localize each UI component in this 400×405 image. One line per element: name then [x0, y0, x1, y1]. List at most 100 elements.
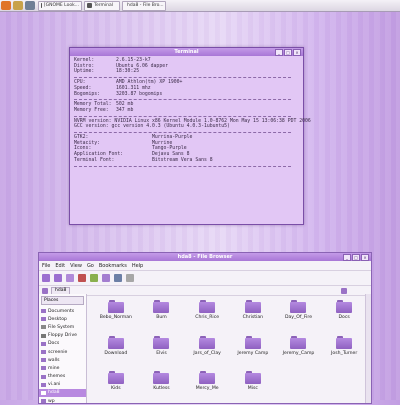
place-floppy[interactable]: Floppy Drive: [39, 332, 86, 340]
place-label: Floppy Drive: [48, 333, 77, 339]
folder-item[interactable]: Bum: [139, 300, 185, 325]
place-label: walls: [48, 357, 60, 363]
place-hda8[interactable]: hda8: [39, 388, 86, 398]
place-documents[interactable]: Documents: [39, 307, 86, 315]
folder-item[interactable]: Chris_Rice: [184, 300, 230, 325]
folder-item[interactable]: Jeremy_Camp: [276, 335, 322, 361]
terminal-titlebar[interactable]: Terminal _ □ ×: [70, 48, 303, 56]
folder-label: Mercy_Me: [195, 386, 219, 392]
folder-item[interactable]: Mercy_Me: [184, 371, 230, 396]
place-label: wp: [48, 398, 55, 404]
info-key: Bogomips:: [74, 91, 100, 97]
folder-icon: [153, 371, 170, 385]
folder-icon: [199, 335, 216, 349]
vertical-scrollbar[interactable]: [365, 294, 371, 403]
place-label: Docs: [48, 341, 60, 347]
reload-icon[interactable]: [90, 274, 98, 282]
place-docs[interactable]: Docs: [39, 340, 86, 348]
folder-item[interactable]: Kutless: [139, 371, 185, 396]
divider: [74, 132, 291, 134]
folder-item[interactable]: Docs: [321, 300, 367, 325]
gcc-version-line: GCC version: gcc version 4.0.3 (Ubuntu 4…: [74, 124, 230, 130]
folder-item[interactable]: Josh_Turner: [321, 335, 367, 361]
floppy-icon: [41, 333, 46, 338]
home-icon[interactable]: [102, 274, 110, 282]
folder-item[interactable]: Day_Of_Fire: [276, 300, 322, 325]
app-launcher-icon[interactable]: [13, 1, 23, 10]
menu-edit[interactable]: Edit: [55, 263, 65, 269]
file-browser-window[interactable]: hda8 - File Browser _ □ × File Edit View…: [38, 252, 372, 404]
folder-icon: [336, 300, 353, 313]
minimize-button[interactable]: _: [343, 254, 351, 261]
file-browser-titlebar[interactable]: hda8 - File Browser _ □ ×: [39, 253, 371, 261]
place-walls[interactable]: walls: [39, 356, 86, 364]
maximize-button[interactable]: □: [284, 49, 292, 56]
terminal-window[interactable]: Terminal _ □ × Kernel: 2.6.15-23-k7 Distr…: [69, 47, 311, 225]
place-screenie[interactable]: screenie: [39, 348, 86, 356]
place-desktop[interactable]: Desktop: [39, 315, 86, 323]
folder-item[interactable]: Bebo_Norman: [93, 300, 139, 325]
folder-label: Docs: [338, 315, 350, 320]
place-themes[interactable]: themes: [39, 373, 86, 381]
toolbar: [39, 271, 371, 286]
folder-label: Christian: [242, 315, 264, 320]
location-toggle-icon[interactable]: [42, 287, 48, 294]
places-sidebar: Places Documents Desktop File System Flo…: [39, 294, 87, 405]
folder-label: Bebo_Norman: [99, 315, 132, 320]
computer-icon[interactable]: [114, 274, 122, 282]
terminal-launcher-icon[interactable]: [25, 1, 35, 10]
menu-file[interactable]: File: [42, 263, 50, 269]
close-button[interactable]: ×: [293, 49, 301, 56]
window-title: hda8 - File Browser: [177, 254, 233, 260]
menu-bookmarks[interactable]: Bookmarks: [99, 263, 127, 269]
place-file-system[interactable]: File System: [39, 323, 86, 331]
folder-item[interactable]: Elvis: [139, 335, 185, 361]
menu-go[interactable]: Go: [87, 263, 94, 269]
menu-help[interactable]: Help: [132, 263, 143, 269]
maximize-button[interactable]: □: [352, 254, 360, 261]
folder-icon: [41, 366, 46, 371]
back-icon[interactable]: [42, 274, 50, 282]
places-header[interactable]: Places: [41, 296, 84, 305]
folder-icon: [107, 335, 124, 349]
divider: [74, 165, 291, 167]
taskbar-item-gnome-look[interactable]: [GNOME Look...: [38, 0, 82, 11]
info-key: Uptime:: [74, 69, 95, 75]
terminal-icon: [87, 3, 92, 8]
place-vi-ani[interactable]: vi.ani: [39, 381, 86, 389]
folder-item[interactable]: Download: [93, 335, 139, 361]
browser-icon: [41, 3, 42, 8]
search-icon[interactable]: [126, 274, 134, 282]
place-wp[interactable]: wp: [39, 397, 86, 405]
folder-label: Misc: [247, 386, 258, 392]
folder-icon: [153, 335, 170, 349]
info-key: Terminal Font:: [74, 157, 115, 163]
folder-item[interactable]: Kids: [93, 371, 139, 396]
folder-item[interactable]: Misc: [230, 371, 276, 396]
close-button[interactable]: ×: [361, 254, 369, 261]
place-label: themes: [48, 374, 66, 380]
menu-bar: File Edit View Go Bookmarks Help: [39, 261, 371, 271]
stop-icon[interactable]: [78, 274, 86, 282]
firefox-icon[interactable]: [1, 1, 11, 10]
terminal-output[interactable]: Kernel: 2.6.15-23-k7 Distro: Ubuntu 6.06 d…: [70, 56, 311, 171]
taskbar-item-terminal[interactable]: Terminal: [84, 0, 120, 11]
zoom-icon[interactable]: [341, 287, 347, 294]
top-panel: [GNOME Look... Terminal hda8 - File Bro.…: [0, 0, 400, 12]
taskbar-item-label: hda8 - File Bro...: [127, 3, 164, 8]
minimize-button[interactable]: _: [275, 49, 283, 56]
up-icon[interactable]: [66, 274, 74, 282]
info-key: Memory Free:: [74, 107, 109, 113]
place-mine[interactable]: mine: [39, 364, 86, 372]
folder-item[interactable]: Jeremy Camp: [230, 335, 276, 361]
folder-item[interactable]: Christian: [230, 300, 276, 325]
folder-item[interactable]: Jars_of_Clay: [184, 335, 230, 361]
drive-icon: [41, 325, 46, 330]
drive-icon: [41, 390, 46, 395]
taskbar-item-file-browser[interactable]: hda8 - File Bro...: [122, 0, 166, 11]
forward-icon[interactable]: [54, 274, 62, 282]
menu-view[interactable]: View: [70, 263, 82, 269]
folder-icon: [41, 382, 46, 387]
folder-label: Jeremy Camp: [237, 350, 269, 356]
folder-label: Elvis: [156, 350, 167, 356]
